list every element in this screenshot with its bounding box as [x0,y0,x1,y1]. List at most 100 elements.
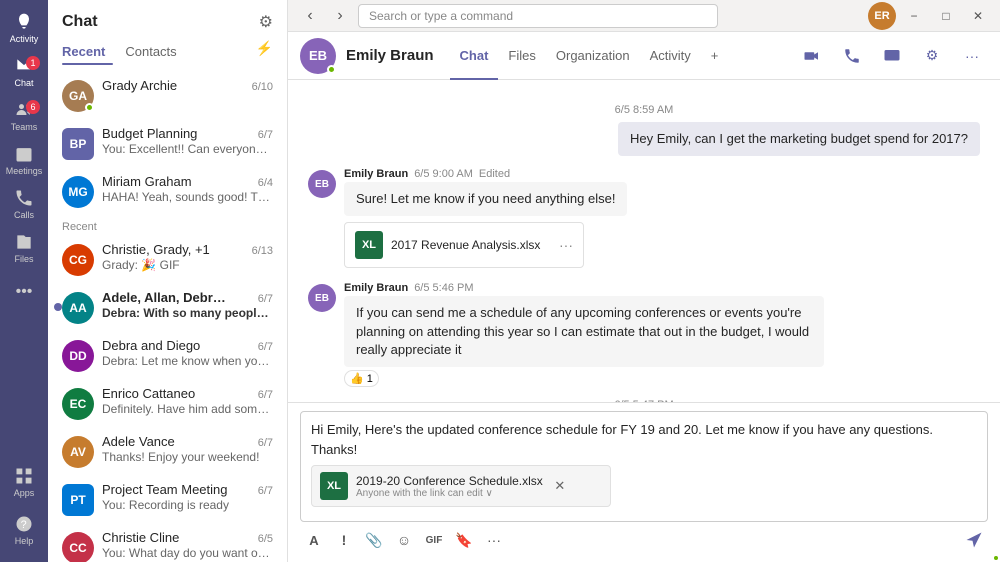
message-content: Emily Braun 6/5 5:46 PM If you can send … [344,282,824,387]
emoji-button[interactable]: ☺ [390,526,418,554]
chat-date: 6/7 [258,437,273,449]
list-item[interactable]: EC Enrico Cattaneo6/7 Definitely. Have h… [48,379,287,427]
attachment-file-sub: Anyone with the link can edit ∨ [356,488,543,499]
chat-info: Miriam Graham6/4 HAHA! Yeah, sounds good… [102,174,273,204]
more-toolbar-button[interactable]: ··· [480,526,508,554]
chat-name: Adele Vance [102,434,175,449]
sidebar-item-meetings[interactable]: Meetings [4,140,44,180]
chat-date: 6/10 [252,81,273,93]
avatar: AA [62,292,94,324]
list-item[interactable]: AA Adele, Allan, Debra, +36/7 Debra: Wit… [48,283,287,331]
giphy-button[interactable]: GIF [420,526,448,554]
message-row: EB Emily Braun 6/5 5:46 PM If you can se… [308,282,980,387]
tab-activity[interactable]: Activity [640,32,701,80]
sidebar-item-activity[interactable]: Activity [4,8,44,48]
list-item[interactable]: AV Adele Vance6/7 Thanks! Enjoy your wee… [48,427,287,475]
chat-preview: Debra: Let me know when you guys would l… [102,354,273,368]
unread-indicator [54,303,62,311]
chat-list-header: Chat ⚙ [48,0,287,40]
sidebar-label-files: Files [14,254,33,264]
minimize-button[interactable]: − [900,4,928,28]
message-meta: Emily Braun 6/5 5:46 PM [344,282,824,294]
close-button[interactable]: ✕ [964,4,992,28]
sidebar-bottom: Apps ? Help [4,462,44,562]
tab-add[interactable]: + [701,32,729,80]
chat-header-tabs: Chat Files Organization Activity + [450,32,729,80]
send-button[interactable] [960,526,988,554]
list-item[interactable]: MG Miriam Graham6/4 HAHA! Yeah, sounds g… [48,167,287,215]
tab-organization[interactable]: Organization [546,32,640,80]
chat-date: 6/7 [258,129,273,141]
message-timestamp: 6/5 5:46 PM [414,282,473,294]
chat-info: Adele Vance6/7 Thanks! Enjoy your weeken… [102,434,273,464]
topbar: ‹ › Search or type a command ER − □ ✕ [288,0,1000,32]
tab-files[interactable]: Files [498,32,545,80]
settings-button[interactable]: ⚙ [916,40,948,72]
more-actions-button[interactable]: ··· [956,40,988,72]
attachment-close-button[interactable]: ✕ [551,477,569,495]
chat-name: Christie, Grady, +1 [102,242,210,257]
message-bubble: If you can send me a schedule of any upc… [344,296,824,367]
avatar: PT [62,484,94,516]
chat-list-filter[interactable]: ⚡ [256,40,273,65]
chat-info: Enrico Cattaneo6/7 Definitely. Have him … [102,386,273,416]
user-avatar-top[interactable]: ER [868,2,896,30]
sidebar-label-meetings: Meetings [6,166,43,176]
avatar: EC [62,388,94,420]
chat-name: Budget Planning [102,126,197,141]
tab-chat[interactable]: Chat [450,32,499,80]
sidebar-item-chat[interactable]: Chat 1 [4,52,44,92]
chat-list-title: Chat [62,13,98,31]
sticker-button[interactable]: 🔖 [450,526,478,554]
back-button[interactable]: ‹ [296,4,324,28]
attach-button[interactable]: 📎 [360,526,388,554]
file-attachment[interactable]: XL 2017 Revenue Analysis.xlsx ··· [344,222,584,268]
messages-area: 6/5 8:59 AM Hey Emily, can I get the mar… [288,80,1000,402]
list-item[interactable]: GA Grady Archie 6/10 [48,71,287,119]
list-item[interactable]: DD Debra and Diego6/7 Debra: Let me know… [48,331,287,379]
chat-date: 6/7 [258,389,273,401]
list-item[interactable]: BP Budget Planning6/7 You: Excellent!! C… [48,119,287,167]
chat-header-name: Emily Braun [346,47,434,64]
share-screen-button[interactable] [876,40,908,72]
sidebar-item-files[interactable]: Files [4,228,44,268]
chat-filter-icon[interactable]: ⚙ [259,12,273,32]
sidebar-label-chat: Chat [14,78,33,88]
forward-button[interactable]: › [326,4,354,28]
avatar: GA [62,80,94,112]
chat-date: 6/4 [258,177,273,189]
chat-header: EB Emily Braun Chat Files Organization A… [288,32,1000,80]
tab-contacts[interactable]: Contacts [125,40,184,65]
important-button[interactable]: ! [330,526,358,554]
message-content: Emily Braun 6/5 9:00 AM Edited Sure! Let… [344,168,627,268]
list-item[interactable]: CC Christie Cline6/5 You: What day do yo… [48,523,287,562]
video-call-button[interactable] [796,40,828,72]
sidebar-item-more[interactable]: ••• [4,272,44,312]
sidebar-item-apps[interactable]: Apps [4,462,44,502]
list-item[interactable]: PT Project Team Meeting6/7 You: Recordin… [48,475,287,523]
maximize-button[interactable]: □ [932,4,960,28]
message-input-box[interactable]: Hi Emily, Here's the updated conference … [300,411,988,522]
chat-info: Grady Archie 6/10 [102,78,273,94]
svg-text:?: ? [21,519,27,531]
search-bar[interactable]: Search or type a command [358,4,718,28]
teams-badge: 6 [26,100,40,114]
chat-name: Debra and Diego [102,338,200,353]
chat-header-actions: ⚙ ··· [796,40,988,72]
chat-preview: You: Recording is ready [102,498,273,512]
chat-main: ‹ › Search or type a command ER − □ ✕ EB… [288,0,1000,562]
sidebar-item-help[interactable]: ? Help [4,510,44,550]
chat-info: Budget Planning6/7 You: Excellent!! Can … [102,126,273,156]
sidebar-item-calls[interactable]: Calls [4,184,44,224]
section-label: Recent [48,215,287,235]
format-button[interactable]: A [300,526,328,554]
chat-name: Grady Archie [102,78,177,93]
file-name: 2017 Revenue Analysis.xlsx [391,238,551,252]
list-item[interactable]: CG Christie, Grady, +16/13 Grady: 🎉 GIF [48,235,287,283]
tab-recent[interactable]: Recent [62,40,113,65]
audio-call-button[interactable] [836,40,868,72]
chat-info: Christie Cline6/5 You: What day do you w… [102,530,273,560]
file-more-button[interactable]: ··· [559,237,573,253]
chat-list-tabs: Recent Contacts ⚡ [48,40,287,65]
sidebar-item-teams[interactable]: Teams 6 [4,96,44,136]
